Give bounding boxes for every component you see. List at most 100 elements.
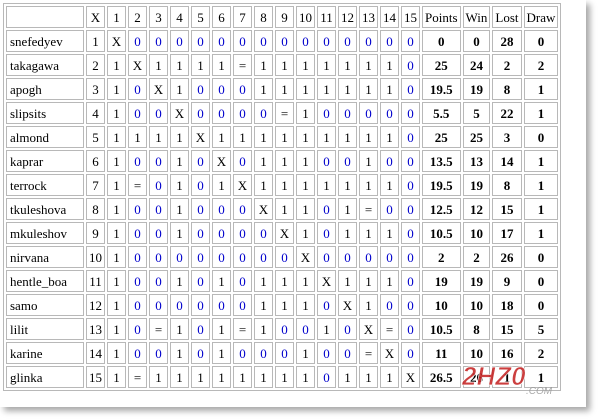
game-result-cell: 1 <box>275 126 294 148</box>
draw-value: 0 <box>523 30 559 52</box>
game-result-cell: 0 <box>401 174 420 196</box>
game-result-cell: 1 <box>380 222 399 244</box>
player-number: 12 <box>86 294 105 316</box>
header-col-4: 4 <box>170 6 189 28</box>
lost-value: 18 <box>492 294 522 316</box>
draw-value: 5 <box>523 318 559 340</box>
game-result-cell: 1 <box>107 318 126 340</box>
game-result-cell: 0 <box>212 294 231 316</box>
game-result-cell: 1 <box>380 126 399 148</box>
game-result-cell: 1 <box>359 126 378 148</box>
player-name: glinka <box>6 366 84 388</box>
game-result-cell: 0 <box>233 294 252 316</box>
header-col-3: 3 <box>149 6 168 28</box>
header-win: Win <box>462 6 491 28</box>
player-number: 7 <box>86 174 105 196</box>
game-result-cell: 1 <box>338 174 357 196</box>
points-value: 26.5 <box>422 366 461 388</box>
game-result-cell: 1 <box>149 366 168 388</box>
header-lost: Lost <box>492 6 522 28</box>
results-table: X 1 2 3 4 5 6 7 8 9 10 11 12 13 14 15 Po… <box>3 3 562 391</box>
game-result-cell: 0 <box>338 342 357 364</box>
game-result-cell: 1 <box>212 174 231 196</box>
game-result-cell: 0 <box>233 246 252 268</box>
game-result-cell: 1 <box>359 78 378 100</box>
game-result-cell: 1 <box>170 198 189 220</box>
game-result-cell: 1 <box>107 342 126 364</box>
game-result-cell: 0 <box>401 126 420 148</box>
lost-value: 15 <box>492 198 522 220</box>
game-result-cell: 0 <box>296 30 315 52</box>
game-result-cell: 1 <box>296 342 315 364</box>
win-value: 13 <box>462 150 491 172</box>
header-col-1: 1 <box>107 6 126 28</box>
game-result-cell: 1 <box>359 222 378 244</box>
game-result-cell: 0 <box>212 102 231 124</box>
game-result-cell: 1 <box>212 318 231 340</box>
draw-value: 1 <box>523 174 559 196</box>
header-col-5: 5 <box>191 6 210 28</box>
game-result-cell: 1 <box>338 54 357 76</box>
game-result-cell: X <box>233 174 252 196</box>
game-result-cell: 0 <box>128 222 147 244</box>
points-value: 19.5 <box>422 78 461 100</box>
game-result-cell: 0 <box>359 30 378 52</box>
lost-value: 9 <box>492 270 522 292</box>
game-result-cell: 1 <box>254 78 273 100</box>
game-result-cell: 1 <box>359 174 378 196</box>
draw-value: 1 <box>523 102 559 124</box>
table-row: samo 12 1 0 0 0 0 0 0 1 1 1 0 X 1 0 0 10 10 18 0 <box>6 294 559 316</box>
game-result-cell: 1 <box>380 54 399 76</box>
header-col-6: 6 <box>212 6 231 28</box>
game-result-cell: 1 <box>128 126 147 148</box>
game-result-cell: 0 <box>149 30 168 52</box>
site-watermark-logo: 2HZ0 .COM <box>461 361 553 397</box>
game-result-cell: 1 <box>254 150 273 172</box>
draw-value: 0 <box>523 246 559 268</box>
lost-value: 22 <box>492 102 522 124</box>
game-result-cell: 1 <box>380 174 399 196</box>
game-result-cell: 1 <box>296 126 315 148</box>
header-col-12: 12 <box>338 6 357 28</box>
player-number: 5 <box>86 126 105 148</box>
game-result-cell: 0 <box>401 198 420 220</box>
game-result-cell: 1 <box>317 174 336 196</box>
game-result-cell: 0 <box>233 198 252 220</box>
game-result-cell: 0 <box>317 150 336 172</box>
table-row: hentle_boa 11 1 0 0 1 0 1 0 1 1 1 X 1 1 1 0 19 19 9 0 <box>6 270 559 292</box>
game-result-cell: 1 <box>107 78 126 100</box>
game-result-cell: X <box>107 30 126 52</box>
game-result-cell: 0 <box>254 222 273 244</box>
game-result-cell: 0 <box>191 174 210 196</box>
game-result-cell: 1 <box>170 342 189 364</box>
table-row: snefedyev 1 X 0 0 0 0 0 0 0 0 0 0 0 0 0 0 0 0 28 0 <box>6 30 559 52</box>
player-number: 2 <box>86 54 105 76</box>
game-result-cell: = <box>275 102 294 124</box>
game-result-cell: 0 <box>128 270 147 292</box>
game-result-cell: 0 <box>380 246 399 268</box>
game-result-cell: 1 <box>296 78 315 100</box>
header-col-2: 2 <box>128 6 147 28</box>
win-value: 12 <box>462 198 491 220</box>
game-result-cell: 1 <box>107 150 126 172</box>
game-result-cell: 0 <box>191 342 210 364</box>
points-value: 13.5 <box>422 150 461 172</box>
game-result-cell: 0 <box>128 294 147 316</box>
game-result-cell: 0 <box>380 102 399 124</box>
game-result-cell: 0 <box>380 150 399 172</box>
game-result-cell: X <box>149 78 168 100</box>
game-result-cell: 0 <box>275 318 294 340</box>
win-value: 10 <box>462 222 491 244</box>
game-result-cell: 0 <box>317 222 336 244</box>
game-result-cell: 1 <box>107 294 126 316</box>
player-name: nirvana <box>6 246 84 268</box>
player-number: 3 <box>86 78 105 100</box>
win-value: 8 <box>462 318 491 340</box>
player-number: 14 <box>86 342 105 364</box>
game-result-cell: 1 <box>254 174 273 196</box>
game-result-cell: 1 <box>317 54 336 76</box>
game-result-cell: 1 <box>275 270 294 292</box>
lost-value: 28 <box>492 30 522 52</box>
game-result-cell: X <box>191 126 210 148</box>
game-result-cell: 1 <box>338 366 357 388</box>
